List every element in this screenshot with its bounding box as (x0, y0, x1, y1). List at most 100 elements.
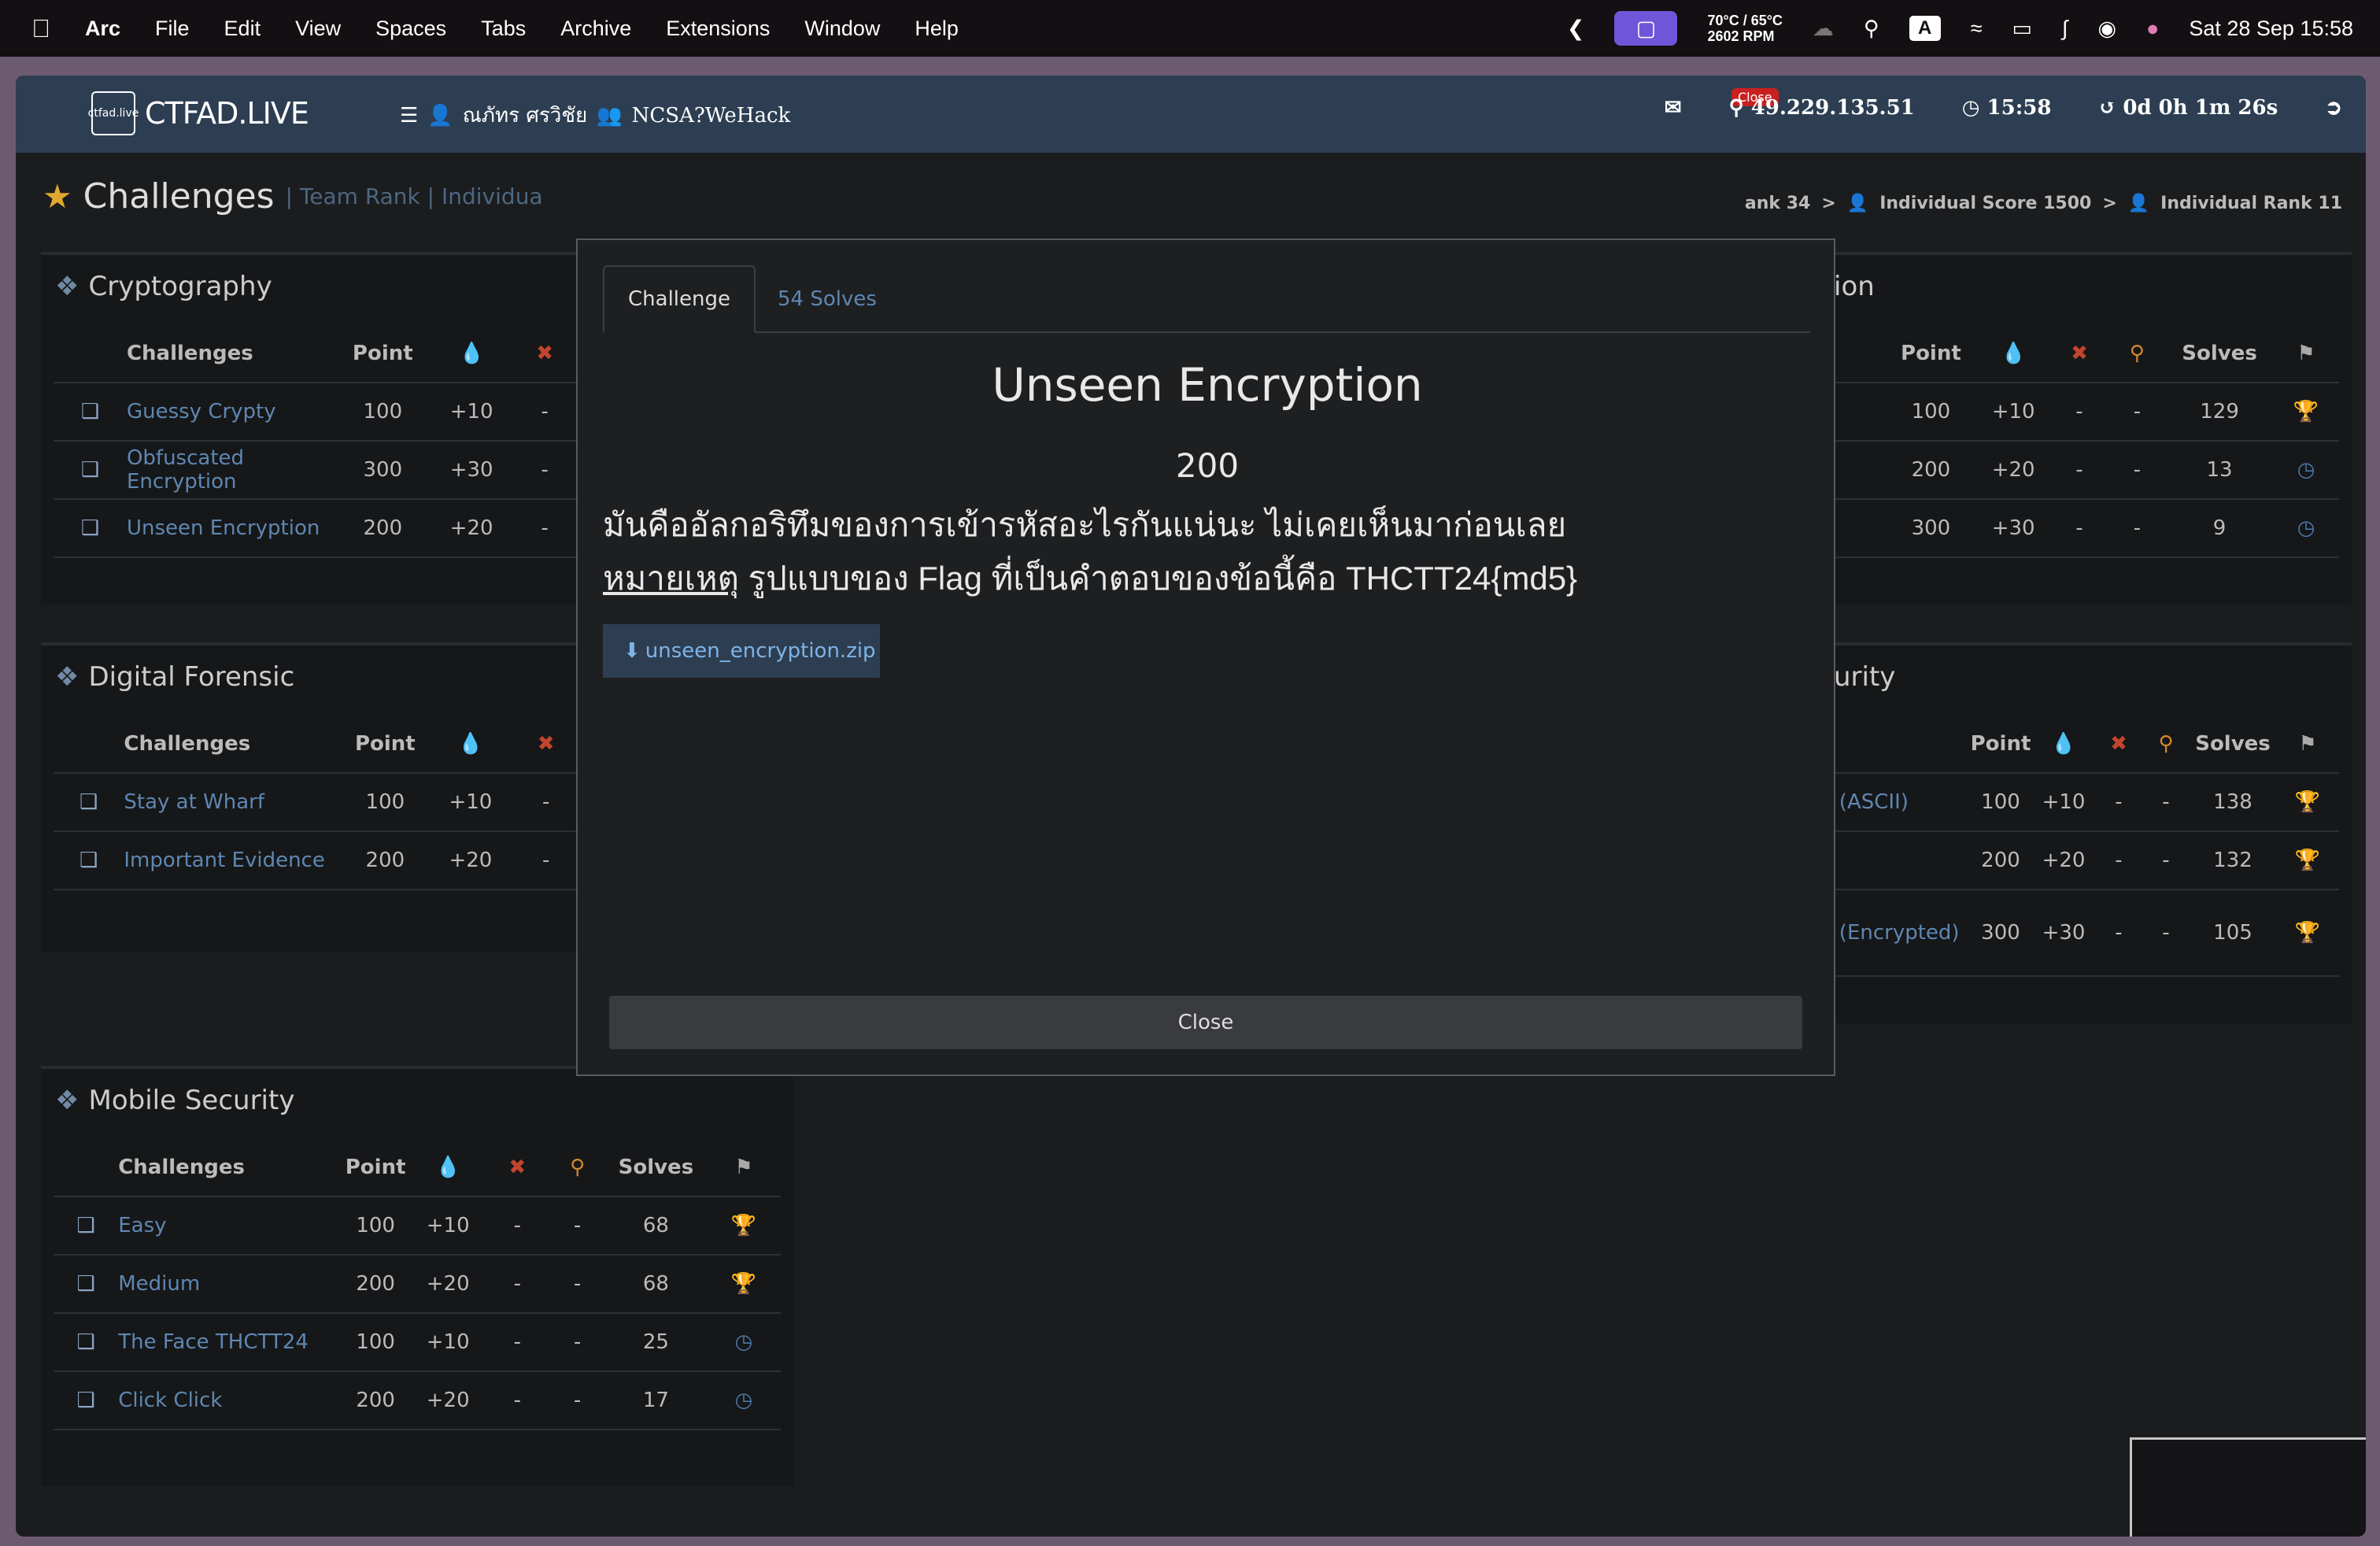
crumb-ind-rank[interactable]: Individual Rank 11 (2160, 194, 2342, 213)
table-row[interactable]: ❑ Click Click 200 +20 - - 17 ◷ (54, 1371, 781, 1430)
team-name[interactable]: NCSA?WeHack (632, 104, 791, 128)
col-point: Point (1969, 715, 2032, 774)
brand[interactable]: ctfad.live CTFAD.LIVE (88, 91, 309, 135)
challenge-link[interactable]: Obfuscated Encryption (126, 441, 336, 500)
table-row[interactable]: 1 (ASCII) 100 +10 - - 138 🏆 (1820, 773, 2339, 832)
trophy-icon: 🏆 (706, 1196, 781, 1256)
table-row[interactable]: 3 (Encrypted) 300 +30 - - 105 🏆 (1820, 890, 2339, 977)
challenge-table: Challenges Point 💧 ✖ ⚲ Solves ⚑ ❑ Easy 1… (54, 1138, 781, 1430)
menubar-datetime[interactable]: Sat 28 Sep 15:58 (2189, 17, 2353, 41)
wifi-icon[interactable]: ≈ (1971, 17, 1983, 41)
menu-file[interactable]: File (155, 17, 190, 41)
menu-tabs[interactable]: Tabs (481, 17, 526, 41)
individual-link[interactable]: Individua (442, 183, 543, 209)
challenge-link[interactable]: Stay at Wharf (124, 773, 346, 832)
ip-address: ⚲ 49.229.135.51 (1729, 96, 1915, 120)
fire-icon: 💧 (457, 731, 484, 756)
table-row[interactable]: l 100 +10 - - 129 🏆 (1820, 383, 2339, 442)
key-icon: ⚲ (2158, 731, 2174, 756)
table-row[interactable]: ❑ The Face THCTT24 100 +10 - - 25 ◷ (54, 1313, 781, 1372)
menu-spaces[interactable]: Spaces (375, 17, 446, 41)
menu-view[interactable]: View (295, 17, 341, 41)
fan-rpm-line: 2602 RPM (1707, 28, 1775, 44)
challenge-point: 100 (335, 383, 431, 442)
challenge-link[interactable]: 2 (1820, 831, 1969, 890)
hamburger-menu-icon[interactable]: ☰ (400, 104, 418, 128)
user-name[interactable]: ณภัทร ศรวิชัย (463, 99, 588, 131)
challenge-link[interactable]: Guessy Crypty (126, 383, 336, 442)
cubes-icon: ❖ (55, 271, 79, 302)
control-center-icon[interactable]: ◉ (2097, 17, 2116, 41)
menu-archive[interactable]: Archive (560, 17, 631, 41)
challenge-link[interactable]: Click Click (118, 1371, 341, 1430)
crumb-score[interactable]: Individual Score 1500 (1879, 194, 2091, 213)
apple-icon[interactable]:  (31, 14, 50, 43)
input-source-indicator[interactable]: A (1909, 16, 1941, 41)
cubes-icon: ❖ (55, 1085, 79, 1116)
temperature-readout[interactable]: 70°C / 65°C 2602 RPM (1707, 13, 1782, 44)
table-row[interactable]: 300 +30 - - 9 ◷ (1820, 499, 2339, 558)
menu-help[interactable]: Help (915, 17, 959, 41)
panel-title: ❖ Digital Forensic (55, 661, 294, 693)
col-challenges: Challenges (126, 324, 336, 383)
challenge-bonus: +10 (2032, 773, 2095, 832)
challenge-link[interactable]: The Face THCTT24 (118, 1313, 341, 1372)
table-row[interactable]: ❑ Unseen Encryption 200 +20 - (54, 499, 576, 558)
chevron-left-icon[interactable]: ❮ (1567, 17, 1585, 41)
challenge-link[interactable]: 1 (ASCII) (1820, 773, 1969, 832)
mail-icon[interactable]: ✉ (1665, 96, 1682, 120)
menu-app-name[interactable]: Arc (85, 17, 120, 41)
challenge-solves: 9 (2165, 499, 2274, 558)
table-row[interactable]: 200 +20 - - 13 ◷ (1820, 441, 2339, 500)
table-row[interactable]: 2 200 +20 - - 132 🏆 (1820, 831, 2339, 890)
team-rank-link[interactable]: Team Rank (300, 183, 420, 209)
siri-icon[interactable]: ● (2146, 17, 2159, 41)
challenge-hint: - (2108, 499, 2166, 558)
table-row[interactable]: ❑ Easy 100 +10 - - 68 🏆 (54, 1196, 781, 1256)
challenge-link[interactable]: Medium (118, 1255, 341, 1314)
trophy-icon: 🏆 (2276, 890, 2339, 977)
crumb-rank[interactable]: ank 34 (1745, 194, 1810, 213)
col-solves: Solves (2165, 324, 2274, 383)
trophy-icon: 🏆 (2276, 831, 2339, 890)
table-header-row: Point 💧 ✖ ⚲ Solves ⚑ (1820, 715, 2339, 774)
screenshot-thumbnail[interactable] (2130, 1437, 2366, 1537)
challenge-link[interactable]: Easy (118, 1196, 341, 1256)
menu-edit[interactable]: Edit (224, 17, 261, 41)
table-row[interactable]: ❑ Stay at Wharf 100 +10 - (54, 773, 576, 832)
challenge-fail: - (2050, 383, 2108, 442)
tab-solves[interactable]: 54 Solves (754, 265, 900, 333)
challenge-link[interactable]: Important Evidence (124, 831, 346, 890)
menu-extensions[interactable]: Extensions (666, 17, 770, 41)
bluetooth-icon[interactable]: ∫ (2062, 17, 2068, 41)
cube-icon: ❑ (54, 383, 127, 442)
cube-icon: ❑ (54, 831, 124, 890)
cloud-icon[interactable]: ☁ (1813, 17, 1834, 41)
challenge-solves: 105 (2190, 890, 2276, 977)
challenge-link[interactable]: 3 (Encrypted) (1820, 890, 1969, 977)
fork-icon[interactable]: ⚲ (1864, 17, 1879, 41)
battery-icon[interactable]: ▭ (2012, 17, 2033, 41)
screen-mirroring-icon[interactable]: ▢ (1614, 11, 1678, 46)
clock-icon: ◷ (706, 1313, 781, 1372)
cube-icon: ❑ (54, 773, 124, 832)
table-row[interactable]: ❑ Obfuscated Encryption 300 +30 - (54, 441, 576, 500)
close-button[interactable]: Close (609, 996, 1802, 1049)
page-header: ★ Challenges | Team Rank | Individua (42, 176, 543, 216)
challenge-link[interactable]: Unseen Encryption (126, 499, 336, 558)
challenge-point: 100 (340, 1196, 412, 1256)
challenge-fail: - (2050, 499, 2108, 558)
table-row[interactable]: ❑ Medium 200 +20 - - 68 🏆 (54, 1255, 781, 1314)
menu-window[interactable]: Window (804, 17, 880, 41)
challenge-description: มันคืออัลกอริทึมของการเข้ารหัสอะไรกันแน่… (603, 498, 1577, 605)
tab-challenge[interactable]: Challenge (603, 265, 756, 333)
col-point: Point (345, 715, 426, 774)
panel-title: ❖ Cryptography (55, 271, 272, 302)
table-row[interactable]: ❑ Important Evidence 200 +20 - (54, 831, 576, 890)
sign-out-icon[interactable]: ➲ (2325, 96, 2342, 120)
col-point: Point (340, 1138, 412, 1197)
challenge-bonus: +20 (411, 1371, 486, 1430)
challenge-solves: 68 (604, 1255, 707, 1314)
table-row[interactable]: ❑ Guessy Crypty 100 +10 - (54, 383, 576, 442)
download-file-button[interactable]: ⬇ unseen_encryption.zip (603, 624, 880, 678)
